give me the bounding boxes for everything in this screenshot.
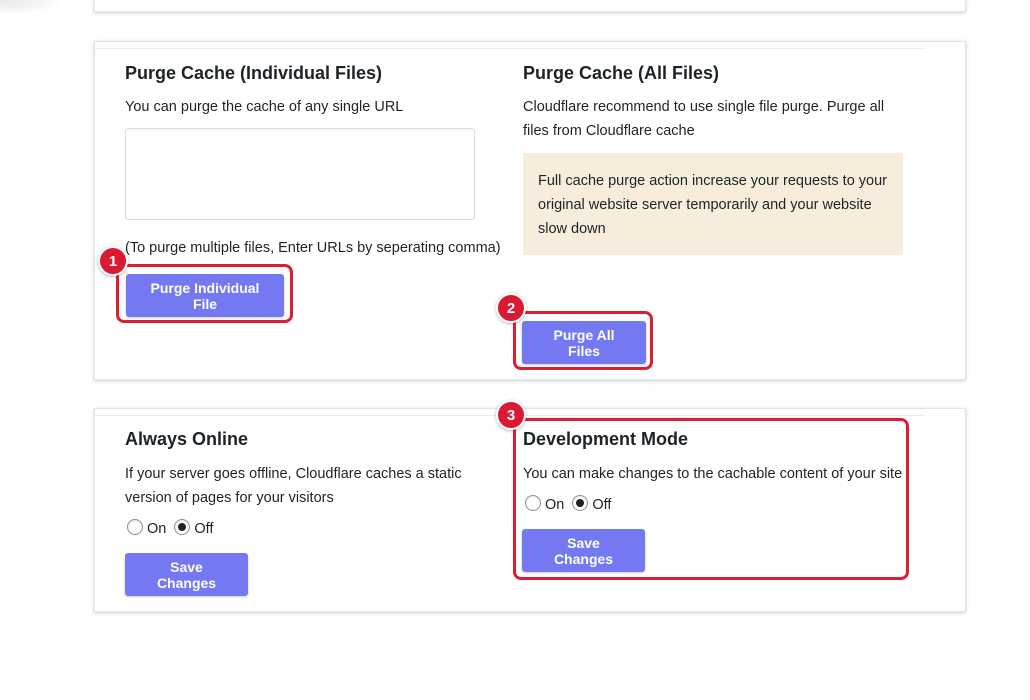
always-online-description: If your server goes offline, Cloudflare …: [125, 466, 462, 506]
always-online-off-label: Off: [194, 521, 214, 537]
development-mode-title: Development Mode: [523, 429, 689, 449]
development-mode-radio-group: On Off: [525, 495, 619, 513]
step-badge-3: 3: [496, 400, 526, 430]
step-badge-1: 1: [98, 246, 128, 276]
step-badge-2: 2: [496, 293, 526, 323]
purge-individual-file-button[interactable]: Purge Individual File: [126, 274, 284, 317]
development-mode-save-button[interactable]: Save Changes: [522, 529, 645, 572]
always-online-on-radio[interactable]: [127, 519, 143, 535]
purge-url-textarea[interactable]: [125, 128, 475, 220]
always-online-title: Always Online: [125, 429, 249, 449]
development-mode-off-label: Off: [592, 497, 612, 513]
development-mode-description: You can make changes to the cachable con…: [523, 466, 903, 482]
development-mode-off-radio[interactable]: [572, 495, 589, 511]
page-corner-shadow: [0, 0, 60, 14]
purge-individual-title: Purge Cache (Individual Files): [125, 63, 383, 83]
always-online-on-label: On: [147, 521, 167, 537]
always-online-radio-group: On Off: [127, 519, 221, 537]
purge-all-warning-notice: Full cache purge action increase your re…: [523, 153, 903, 255]
always-online-save-button[interactable]: Save Changes: [125, 553, 248, 596]
previous-settings-card: [94, 0, 966, 12]
settings-card: Always Online If your server goes offlin…: [94, 408, 966, 612]
always-online-off-radio[interactable]: [174, 519, 191, 535]
purge-all-description: Cloudflare recommend to use single file …: [523, 99, 885, 139]
purge-all-files-button[interactable]: Purge All Files: [522, 321, 646, 364]
purge-individual-description: You can purge the cache of any single UR…: [125, 99, 404, 115]
card-divider: [95, 48, 925, 49]
purge-multiple-hint: (To purge multiple files, Enter URLs by …: [125, 240, 501, 256]
purge-cache-card: Purge Cache (Individual Files) You can p…: [94, 41, 966, 380]
purge-all-title: Purge Cache (All Files): [523, 63, 720, 83]
development-mode-on-label: On: [545, 497, 565, 513]
development-mode-on-radio[interactable]: [525, 495, 541, 511]
